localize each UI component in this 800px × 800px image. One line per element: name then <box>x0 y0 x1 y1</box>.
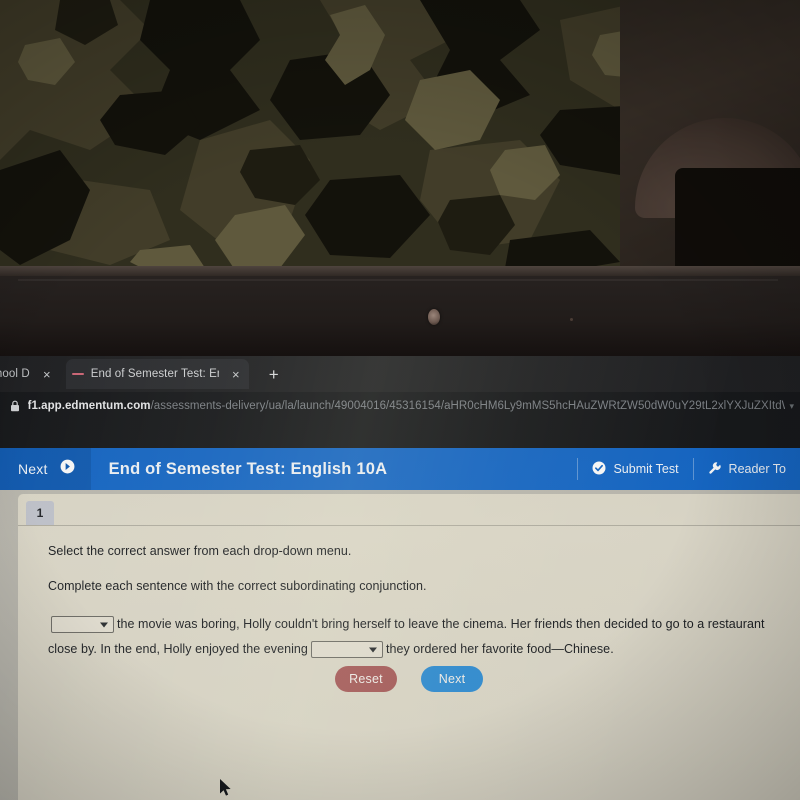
question-divider <box>18 525 800 526</box>
edmentum-assessment-app: Next End of Semester Test: English 10A S… <box>0 448 800 800</box>
tab-close-icon-active[interactable]: × <box>229 368 243 381</box>
dropdown-1[interactable] <box>51 616 114 634</box>
url-host: f1.app.edmentum.com <box>27 400 151 412</box>
next-button[interactable]: Next <box>421 666 483 692</box>
new-tab-button[interactable]: + <box>265 366 283 383</box>
laptop-bezel <box>0 276 800 358</box>
dark-object <box>675 168 800 273</box>
edmentum-icon <box>72 368 85 381</box>
question-number-badge[interactable]: 1 <box>26 501 54 525</box>
question-body: Select the correct answer from each drop… <box>48 542 788 662</box>
reader-tools-label: Reader To <box>728 462 786 476</box>
sentence-text-2: they ordered her favorite food—Chinese. <box>385 642 614 657</box>
next-nav-label: Next <box>18 461 48 477</box>
mouse-pointer-icon <box>219 778 232 800</box>
webcam-led-icon <box>570 318 573 321</box>
dropdown-2[interactable] <box>310 641 383 659</box>
webcam-icon <box>428 309 440 325</box>
chevron-down-icon[interactable]: ▾ <box>789 401 794 412</box>
chevron-down-icon-1 <box>100 622 108 628</box>
tab-title-inactive: gh School D <box>0 368 30 380</box>
reader-tools-button[interactable]: Reader To <box>694 448 800 490</box>
url-path: /assessments-delivery/ua/la/launch/49004… <box>150 400 786 412</box>
browser-tab-strip: gh School D × End of Semester Test: Engl… <box>0 356 800 392</box>
lock-icon <box>8 400 22 412</box>
browser-window: gh School D × End of Semester Test: Engl… <box>0 356 800 800</box>
tab-close-icon[interactable]: × <box>40 368 54 381</box>
app-toolbar: Next End of Semester Test: English 10A S… <box>0 448 800 490</box>
toolbar-actions: Submit Test Reader To <box>577 448 800 490</box>
wrench-icon <box>708 461 722 478</box>
submit-test-button[interactable]: Submit Test <box>578 448 692 490</box>
browser-tab-inactive[interactable]: gh School D × <box>0 359 54 389</box>
bezel-seam <box>18 279 778 281</box>
arrow-right-circle-icon <box>60 459 75 479</box>
question-card: 1 Select the correct answer from each dr… <box>18 494 800 800</box>
address-bar[interactable]: f1.app.edmentum.com/assessments-delivery… <box>0 392 800 420</box>
submit-test-label: Submit Test <box>613 462 679 476</box>
fill-in-sentence: the movie was boring, Holly couldn't bri… <box>48 612 788 662</box>
next-nav-button[interactable]: Next <box>0 448 91 490</box>
assessment-page-background: 1 Select the correct answer from each dr… <box>0 490 800 800</box>
assessment-title: End of Semester Test: English 10A <box>108 459 388 478</box>
tab-title-active: End of Semester Test: English 1 <box>90 368 219 380</box>
browser-tab-active[interactable]: End of Semester Test: English 1 × <box>65 359 249 389</box>
url-text: f1.app.edmentum.com/assessments-delivery… <box>28 400 786 412</box>
instruction-line-2: Complete each sentence with the correct … <box>48 579 427 594</box>
check-circle-icon <box>592 461 606 478</box>
screenshot-photo: gh School D × End of Semester Test: Engl… <box>0 0 800 800</box>
instruction-line-1: Select the correct answer from each drop… <box>48 544 352 558</box>
reset-button[interactable]: Reset <box>335 666 397 692</box>
chevron-down-icon-2 <box>368 647 377 653</box>
question-actions: Reset Next <box>18 666 800 692</box>
